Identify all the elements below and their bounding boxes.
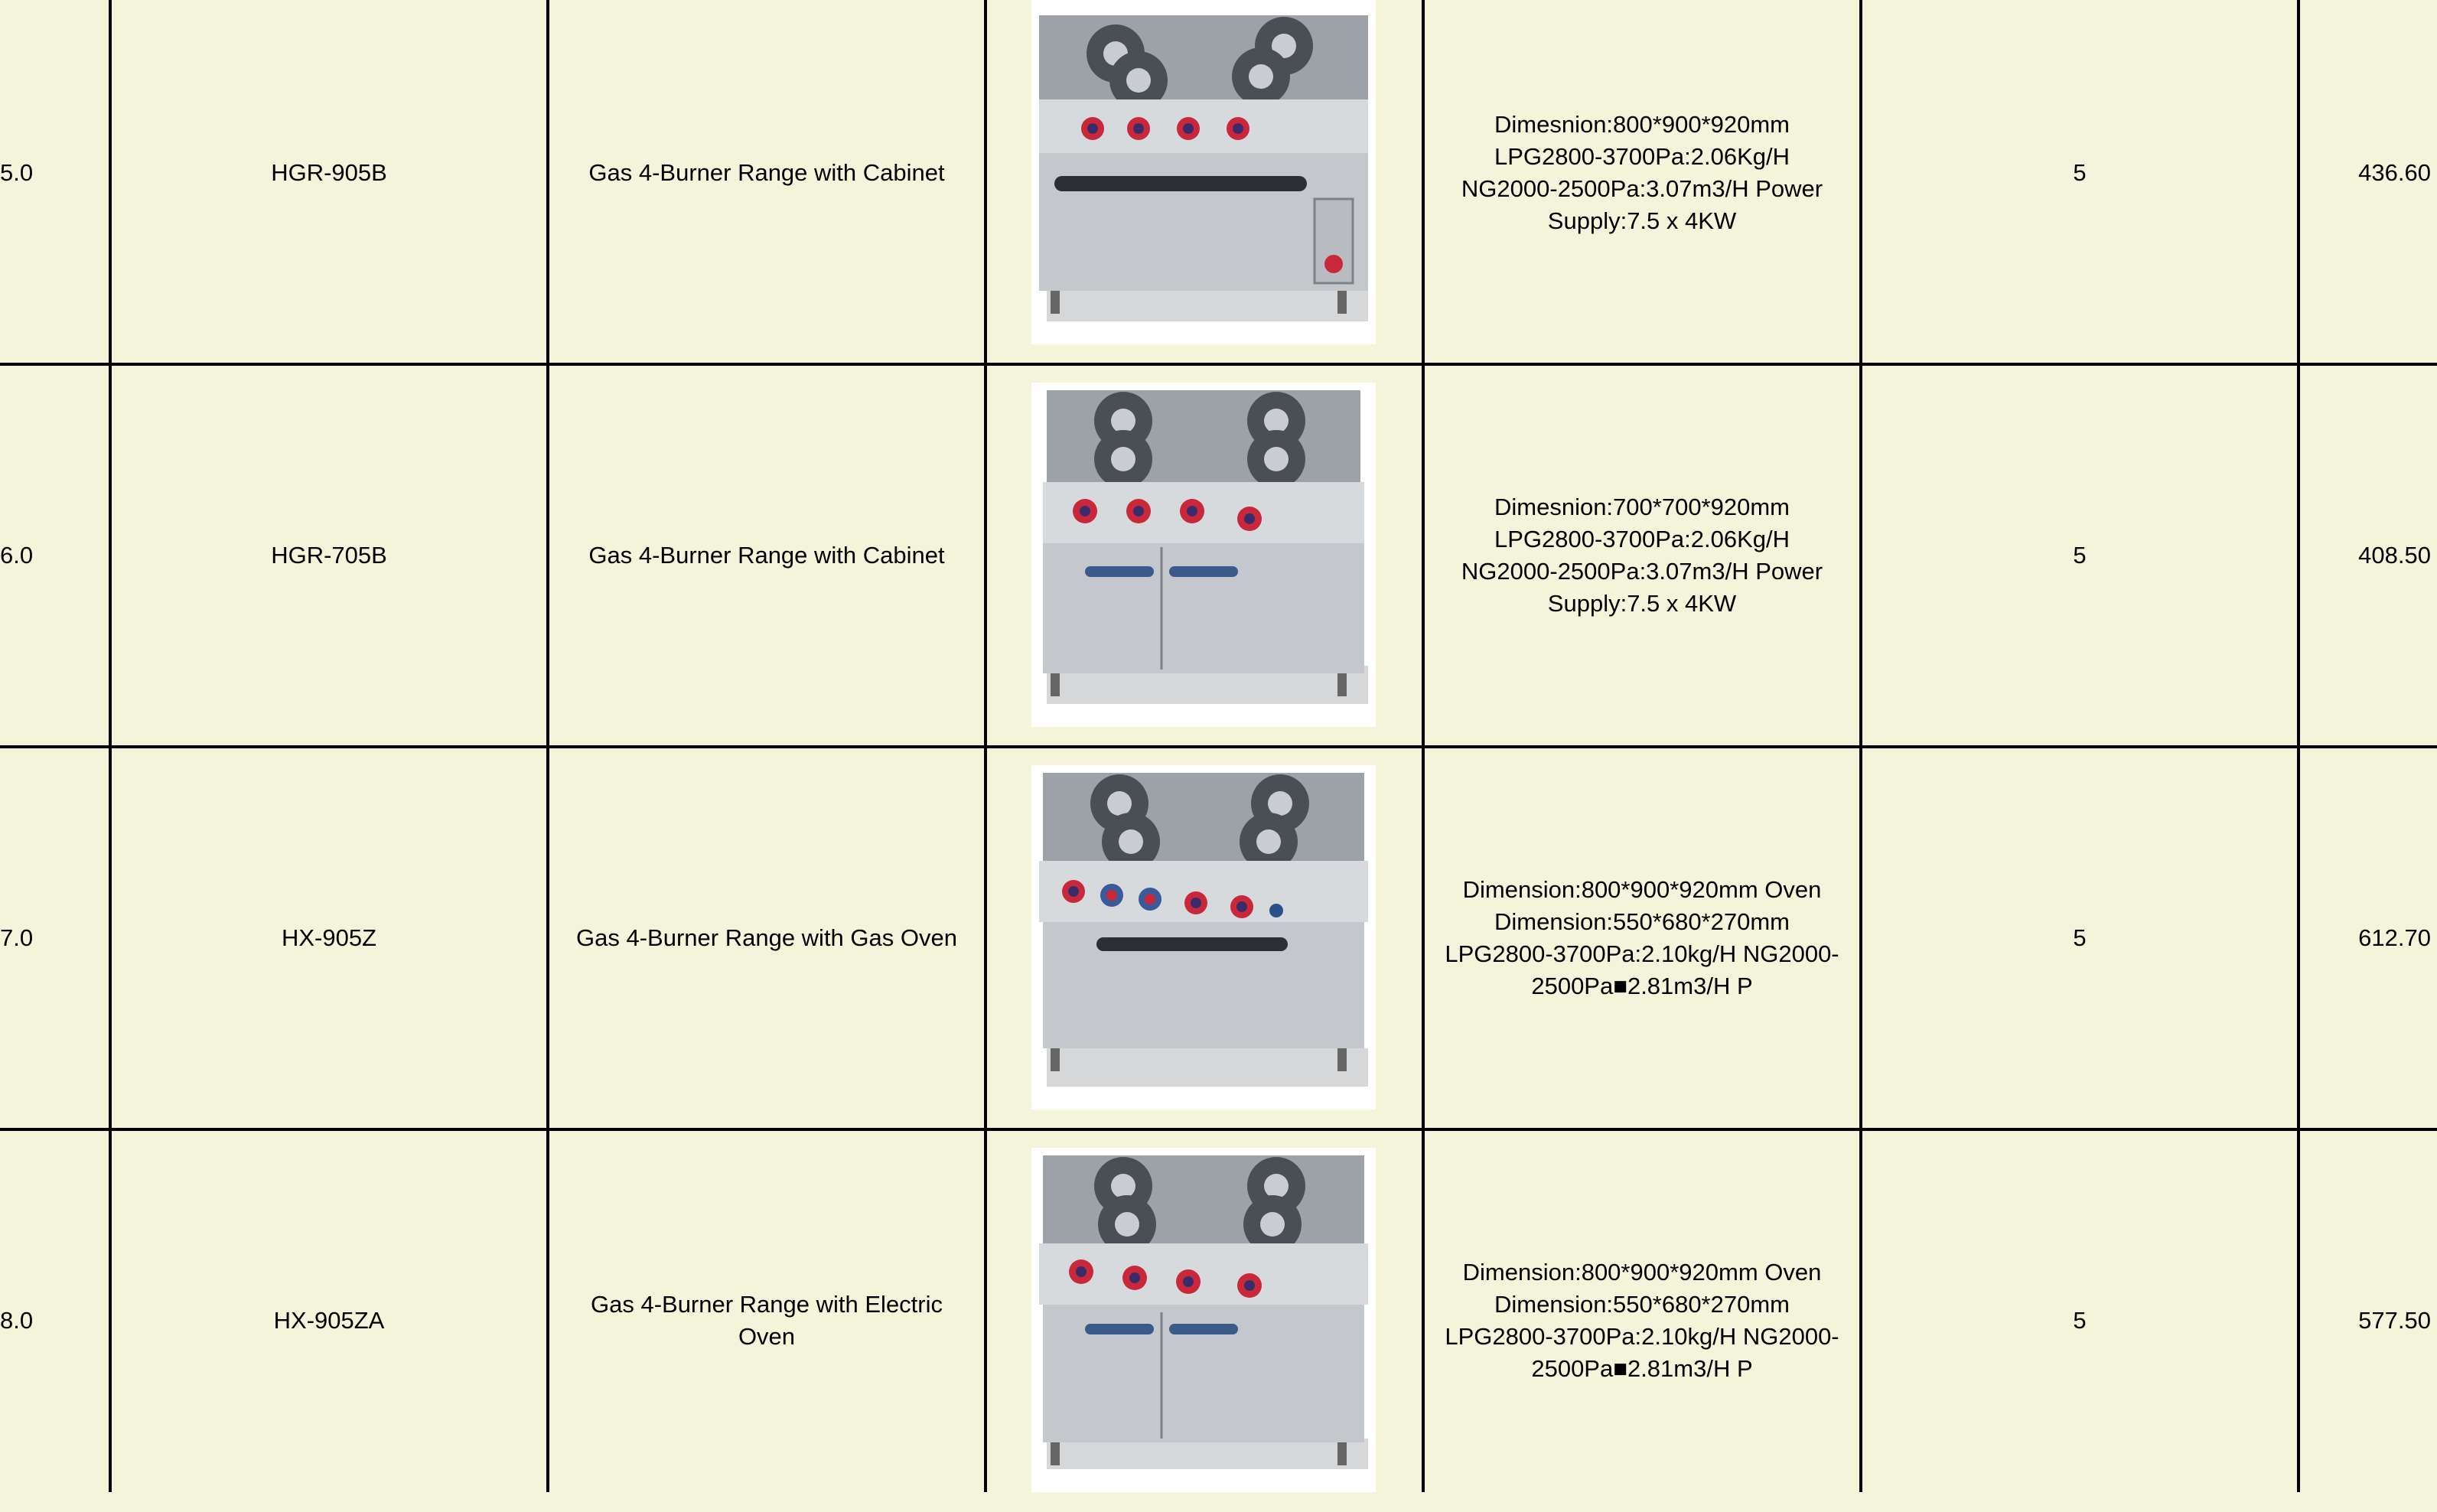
model-cell: HGR-705B — [271, 542, 387, 569]
image-cell — [986, 364, 1423, 747]
item-number-cell: 5.0 — [0, 159, 34, 186]
specification-cell: Dimension:800*900*920mm Oven Dimension:5… — [1445, 1259, 1839, 1382]
specification-cell: Dimesnion:800*900*920mm LPG2800-3700Pa:2… — [1461, 111, 1823, 234]
model-cell: HX-905Z — [281, 924, 377, 951]
column-divider — [1859, 0, 1862, 1492]
image-cell — [986, 0, 1423, 364]
column-divider — [109, 0, 112, 1492]
model-cell: HGR-905B — [271, 159, 387, 186]
gas-range-gas-oven-icon — [1031, 765, 1376, 1110]
table-row: 6.0 HGR-705B Gas 4-Burner Range with Cab… — [0, 364, 2437, 747]
quantity-cell: 5 — [2073, 159, 2087, 186]
column-divider — [984, 0, 987, 1492]
price-cell: 408.50 — [2358, 542, 2431, 569]
item-number-cell: 8.0 — [0, 1307, 34, 1334]
price-table: 5.0 HGR-905B Gas 4-Burner Range with Cab… — [0, 0, 2437, 1492]
specification-cell: Dimension:800*900*920mm Oven Dimension:5… — [1445, 876, 1839, 999]
description-cell: Gas 4-Burner Range with Cabinet — [588, 542, 945, 569]
column-divider — [546, 0, 549, 1492]
model-cell: HX-905ZA — [273, 1307, 385, 1334]
quantity-cell: 5 — [2073, 542, 2087, 569]
specification-cell: Dimesnion:700*700*920mm LPG2800-3700Pa:2… — [1461, 494, 1823, 617]
row-divider — [0, 363, 2437, 366]
description-cell: Gas 4-Burner Range with Electric Oven — [590, 1291, 943, 1350]
row-divider — [0, 745, 2437, 748]
item-number-cell: 6.0 — [0, 542, 34, 569]
table-row: 7.0 HX-905Z Gas 4-Burner Range with Gas … — [0, 747, 2437, 1129]
gas-range-cabinet-icon — [1031, 383, 1376, 727]
gas-range-electric-oven-icon — [1031, 1148, 1376, 1492]
description-cell: Gas 4-Burner Range with Cabinet — [588, 159, 945, 186]
column-divider — [1422, 0, 1425, 1492]
image-cell — [986, 747, 1423, 1129]
gas-range-oven-door-icon — [1031, 0, 1376, 344]
price-cell: 577.50 — [2358, 1307, 2431, 1334]
description-cell: Gas 4-Burner Range with Gas Oven — [576, 924, 957, 951]
price-cell: 612.70 — [2358, 924, 2431, 951]
quantity-cell: 5 — [2073, 924, 2087, 951]
price-cell: 436.60 — [2358, 159, 2431, 186]
column-divider — [2297, 0, 2300, 1492]
table-row: 5.0 HGR-905B Gas 4-Burner Range with Cab… — [0, 0, 2437, 364]
image-cell — [986, 1129, 1423, 1512]
quantity-cell: 5 — [2073, 1307, 2087, 1334]
row-divider — [0, 1128, 2437, 1131]
table-row: 8.0 HX-905ZA Gas 4-Burner Range with Ele… — [0, 1129, 2437, 1512]
item-number-cell: 7.0 — [0, 924, 34, 951]
